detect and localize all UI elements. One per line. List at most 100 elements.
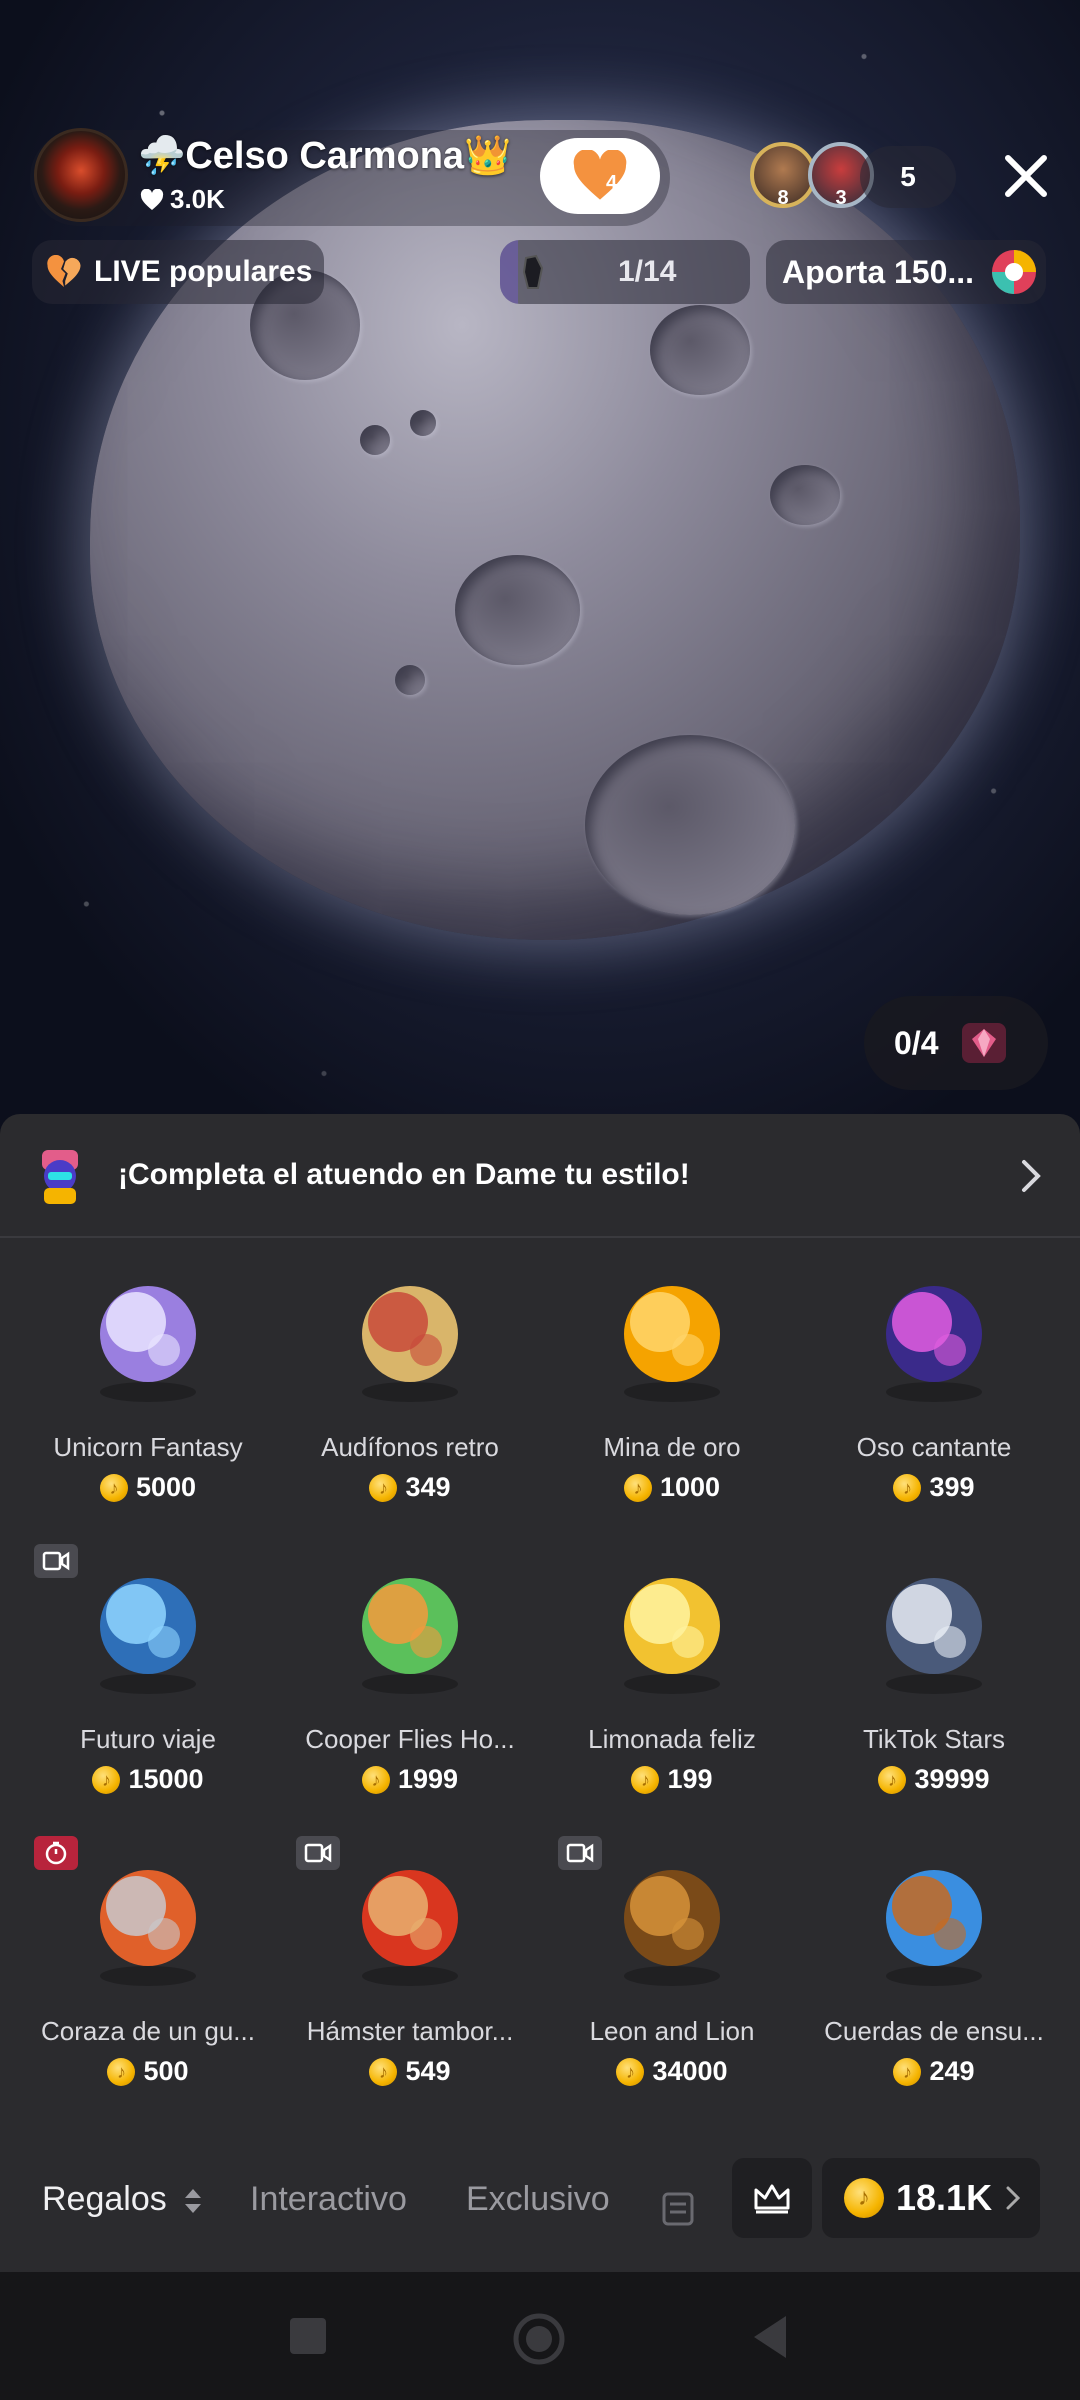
glove-icon (522, 254, 544, 289)
gift-price: 34000 (541, 2056, 803, 2087)
gift-name: Oso cantante (856, 1432, 1012, 1462)
gift-name: Cuerdas de ensu... (824, 2016, 1044, 2046)
heart-icon (140, 188, 164, 210)
follow-button[interactable]: 4 (540, 138, 660, 214)
goal-progress-text: 1/14 (618, 255, 677, 288)
back-icon[interactable] (750, 2314, 790, 2360)
gift-item[interactable]: Cuerdas de ensu... 249 (803, 1852, 1065, 2122)
gift-price-value: 349 (405, 1472, 451, 1502)
coin-icon (893, 2057, 922, 2086)
gift-price-value: 15000 (128, 1764, 204, 1794)
recents-icon[interactable] (288, 2316, 328, 2356)
gift-item[interactable]: TikTok Stars 39999 (803, 1560, 1065, 1830)
headphones-icon (362, 1286, 458, 1402)
gift-name: Audífonos retro (321, 1432, 499, 1462)
gift-item[interactable]: Unicorn Fantasy 5000 (17, 1268, 279, 1538)
chevron-right-icon (1006, 2186, 1021, 2210)
gift-item[interactable]: Leon and Lion 34000 (541, 1836, 803, 2122)
gift-name: Mina de oro (603, 1432, 741, 1462)
subscribe-crown-button[interactable] (732, 2158, 812, 2238)
outfit-promo-banner[interactable]: ¡Completa el atuendo en Dame tu estilo! (0, 1114, 1080, 1238)
home-icon[interactable] (512, 2312, 566, 2366)
unicorn-icon (100, 1286, 196, 1402)
live-stream-screen: ⛈️Celso Carmona👑 3.0K 4 8 3 5 LIVE popul… (0, 0, 1080, 2400)
gift-item[interactable]: Audífonos retro 349 (279, 1268, 541, 1538)
tab-gifts-label: Regalos (42, 2180, 167, 2218)
tab-gifts[interactable]: Regalos (42, 2180, 204, 2219)
gift-price: 249 (803, 2056, 1065, 2087)
close-button[interactable] (996, 146, 1056, 206)
lion-icon (624, 1870, 720, 1986)
gift-price: 15000 (17, 1764, 279, 1795)
coin-icon (631, 1765, 660, 1794)
future-trip-icon (100, 1578, 196, 1694)
gift-price-value: 5000 (135, 1472, 197, 1502)
contribute-label: Aporta 150... (782, 253, 975, 290)
gift-item[interactable]: Oso cantante 399 (803, 1268, 1065, 1538)
video-badge-icon (558, 1836, 602, 1870)
gift-item[interactable]: Futuro viaje 15000 (17, 1544, 279, 1830)
host-avatar[interactable] (34, 128, 128, 222)
gold-coin-icon (624, 1286, 720, 1402)
timer-badge-icon (34, 1836, 78, 1870)
contribute-pill[interactable]: Aporta 150... (766, 240, 1046, 304)
gift-price: 349 (279, 1472, 541, 1503)
singing-bear-icon (886, 1286, 982, 1402)
heart-icon (573, 150, 627, 200)
more-tab-icon[interactable] (660, 2188, 696, 2228)
hamster-drum-icon (362, 1870, 458, 1986)
warrior-helmet-icon (100, 1870, 196, 1986)
coin-icon (92, 1765, 121, 1794)
gift-price-value: 1999 (397, 1764, 459, 1794)
gift-spinner-icon (992, 250, 1036, 294)
tab-exclusive[interactable]: Exclusivo (466, 2180, 610, 2219)
host-likes: 3.0K (140, 184, 225, 215)
gift-price: 1999 (279, 1764, 541, 1795)
gift-item[interactable]: Mina de oro 1000 (541, 1268, 803, 1538)
tab-interactive[interactable]: Interactivo (250, 2180, 407, 2219)
gift-name: Futuro viaje (80, 1724, 216, 1754)
viewer-count[interactable]: 5 (860, 146, 956, 208)
coin-icon (99, 1473, 128, 1502)
coin-icon (616, 2057, 645, 2086)
live-popular-pill[interactable]: LIVE populares (32, 240, 324, 304)
gift-item[interactable]: Hámster tambor... 549 (279, 1836, 541, 2122)
coin-icon (878, 1765, 907, 1794)
gift-price-value: 34000 (652, 2056, 728, 2086)
gift-price-value: 399 (929, 1472, 975, 1502)
gift-price-value: 39999 (914, 1764, 990, 1794)
gift-item[interactable]: Limonada feliz 199 (541, 1560, 803, 1830)
gift-name: Unicorn Fantasy (53, 1432, 243, 1462)
gem-progress-pill[interactable]: 0/4 (864, 996, 1048, 1090)
goal-progress-pill[interactable]: 1/14 (500, 240, 750, 304)
coin-balance: 18.1K (896, 2177, 993, 2218)
gift-price-value: 1000 (659, 1472, 721, 1502)
gift-item[interactable]: Cooper Flies Ho... 1999 (279, 1560, 541, 1830)
gift-item[interactable]: Coraza de un gu... 500 (17, 1836, 279, 2122)
viewer-rank: 8 (777, 187, 789, 209)
top-viewer-avatar[interactable]: 8 (750, 142, 816, 209)
gift-name: Hámster tambor... (306, 2016, 514, 2046)
host-name[interactable]: ⛈️Celso Carmona👑 (138, 134, 511, 178)
gift-price-value: 199 (667, 1764, 713, 1794)
gift-name: TikTok Stars (862, 1724, 1006, 1754)
coin-balance-button[interactable]: 18.1K (822, 2158, 1040, 2238)
gift-price-value: 549 (405, 2056, 451, 2086)
video-badge-icon (34, 1544, 78, 1578)
coin-icon (361, 1765, 390, 1794)
coin-icon (107, 2057, 136, 2086)
gift-name: Coraza de un gu... (41, 2016, 255, 2046)
sort-arrows-icon (185, 2189, 202, 2214)
live-popular-label: LIVE populares (94, 255, 313, 288)
gift-price: 549 (279, 2056, 541, 2087)
gift-price: 1000 (541, 1472, 803, 1503)
coin-icon (369, 1473, 398, 1502)
video-badge-icon (296, 1836, 340, 1870)
gift-price: 399 (803, 1472, 1065, 1503)
system-nav-bar (0, 2272, 1080, 2400)
gift-price: 5000 (17, 1472, 279, 1503)
chevron-right-icon (1022, 1160, 1041, 1192)
coin-icon (844, 2178, 884, 2218)
coin-icon (623, 1473, 652, 1502)
gift-price: 500 (17, 2056, 279, 2087)
